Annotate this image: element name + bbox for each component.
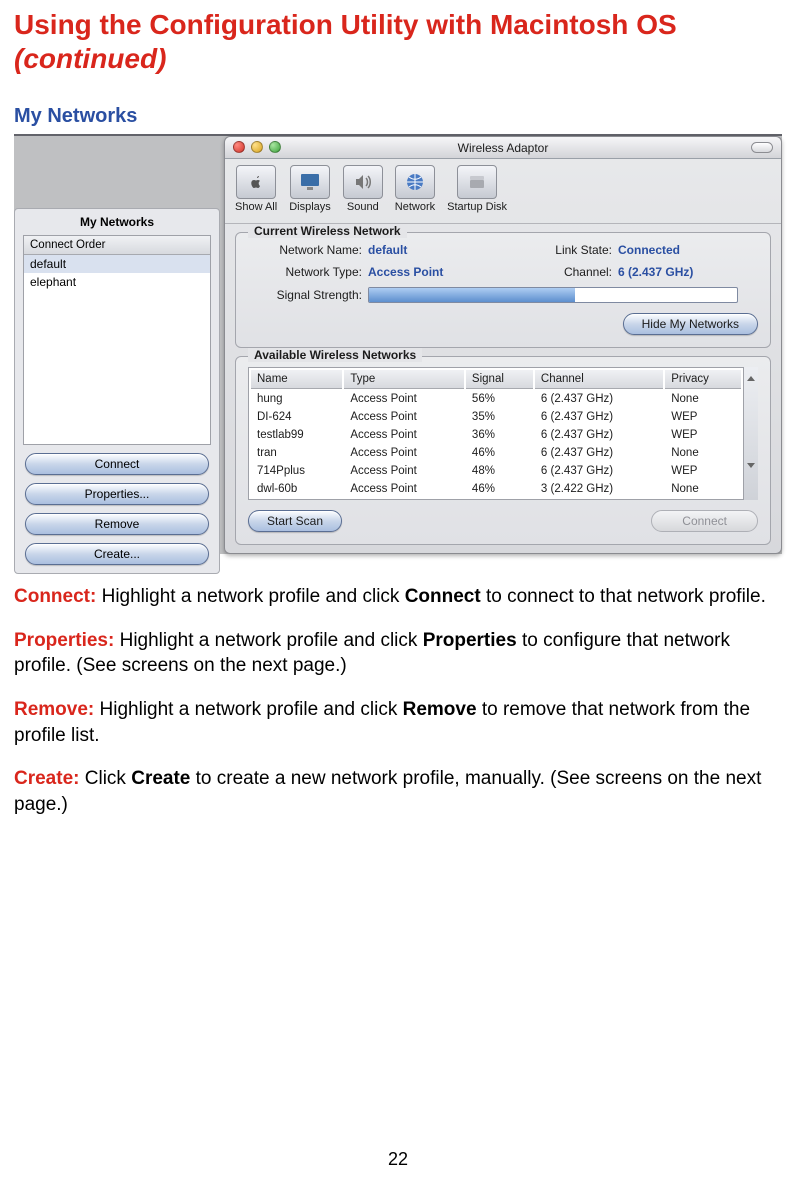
disk-icon bbox=[457, 165, 497, 199]
prefs-toolbar: Show All Displays Sound Network Startup … bbox=[225, 159, 781, 224]
network-name-value: default bbox=[368, 243, 528, 257]
apple-icon bbox=[236, 165, 276, 199]
col-channel[interactable]: Channel bbox=[535, 370, 663, 389]
toolbar-startup-label: Startup Disk bbox=[447, 201, 507, 213]
col-privacy[interactable]: Privacy bbox=[665, 370, 741, 389]
available-legend: Available Wireless Networks bbox=[248, 348, 422, 362]
sound-icon bbox=[343, 165, 383, 199]
remove-button[interactable]: Remove bbox=[25, 513, 209, 535]
window-title-text: Wireless Adaptor bbox=[458, 141, 549, 155]
connect-order-list[interactable]: Connect Order defaultelephant bbox=[23, 235, 211, 445]
available-networks-table[interactable]: Name Type Signal Channel Privacy hungAcc… bbox=[248, 367, 744, 500]
table-row[interactable]: tranAccess Point46%6 (2.437 GHz)None bbox=[251, 445, 741, 461]
link-state-label: Link State: bbox=[528, 243, 618, 257]
section-heading: My Networks bbox=[14, 105, 782, 128]
table-row[interactable]: testlab99Access Point36%6 (2.437 GHz)WEP bbox=[251, 427, 741, 443]
toolbar-show-all[interactable]: Show All bbox=[235, 165, 277, 213]
toolbar-displays[interactable]: Displays bbox=[289, 165, 331, 213]
desc-remove: Remove: Highlight a network profile and … bbox=[14, 697, 782, 748]
col-name[interactable]: Name bbox=[251, 370, 342, 389]
table-row[interactable]: hungAccess Point56%6 (2.437 GHz)None bbox=[251, 391, 741, 407]
current-legend: Current Wireless Network bbox=[248, 224, 407, 238]
connect-term: Connect: bbox=[14, 586, 96, 607]
page-title: Using the Configuration Utility with Mac… bbox=[14, 0, 782, 75]
toolbar-startup-disk[interactable]: Startup Disk bbox=[447, 165, 507, 213]
col-type[interactable]: Type bbox=[344, 370, 464, 389]
description-text: Connect: Highlight a network profile and… bbox=[14, 584, 782, 817]
zoom-icon[interactable] bbox=[269, 141, 281, 153]
toolbar-show-all-label: Show All bbox=[235, 201, 277, 213]
toolbar-sound[interactable]: Sound bbox=[343, 165, 383, 213]
list-item[interactable]: default bbox=[24, 255, 210, 273]
remove-term: Remove: bbox=[14, 699, 94, 720]
properties-term: Properties: bbox=[14, 630, 114, 651]
col-signal[interactable]: Signal bbox=[466, 370, 533, 389]
title-line1: Using the Configuration Utility with Mac… bbox=[14, 9, 677, 40]
link-state-value: Connected bbox=[618, 243, 738, 257]
window-titlebar[interactable]: Wireless Adaptor bbox=[225, 137, 781, 159]
connect-available-button[interactable]: Connect bbox=[651, 510, 758, 532]
network-icon bbox=[395, 165, 435, 199]
toolbar-network[interactable]: Network bbox=[395, 165, 435, 213]
channel-label: Channel: bbox=[528, 265, 618, 279]
signal-strength-label: Signal Strength: bbox=[248, 288, 368, 302]
my-networks-heading: My Networks bbox=[15, 209, 219, 233]
connect-button[interactable]: Connect bbox=[25, 453, 209, 475]
table-row[interactable]: DI-624Access Point35%6 (2.437 GHz)WEP bbox=[251, 409, 741, 425]
toolbar-displays-label: Displays bbox=[289, 201, 331, 213]
table-row[interactable]: dwl-60bAccess Point46%3 (2.422 GHz)None bbox=[251, 481, 741, 497]
desc-create: Create: Click Create to create a new net… bbox=[14, 766, 782, 817]
create-term: Create: bbox=[14, 768, 79, 789]
signal-strength-bar bbox=[368, 287, 738, 303]
table-row[interactable]: 714PplusAccess Point48%6 (2.437 GHz)WEP bbox=[251, 463, 741, 479]
my-networks-panel: My Networks Connect Order defaultelephan… bbox=[14, 208, 220, 574]
desc-connect: Connect: Highlight a network profile and… bbox=[14, 584, 782, 610]
scrollbar[interactable] bbox=[744, 367, 758, 500]
wireless-adaptor-window: Wireless Adaptor Show All Displays Sound… bbox=[224, 136, 782, 554]
close-icon[interactable] bbox=[233, 141, 245, 153]
hide-my-networks-button[interactable]: Hide My Networks bbox=[623, 313, 758, 335]
current-wireless-fieldset: Current Wireless Network Network Name: d… bbox=[235, 232, 771, 348]
traffic-lights bbox=[233, 141, 281, 153]
network-type-value: Access Point bbox=[368, 265, 528, 279]
title-continued: (continued) bbox=[14, 43, 166, 74]
network-name-label: Network Name: bbox=[248, 243, 368, 257]
toolbar-network-label: Network bbox=[395, 201, 435, 213]
page-number: 22 bbox=[0, 1149, 796, 1170]
desc-properties: Properties: Highlight a network profile … bbox=[14, 628, 782, 679]
create-button[interactable]: Create... bbox=[25, 543, 209, 565]
display-icon bbox=[290, 165, 330, 199]
toolbar-toggle-icon[interactable] bbox=[751, 142, 773, 153]
network-type-label: Network Type: bbox=[248, 265, 368, 279]
properties-button[interactable]: Properties... bbox=[25, 483, 209, 505]
start-scan-button[interactable]: Start Scan bbox=[248, 510, 342, 532]
list-item[interactable]: elephant bbox=[24, 273, 210, 291]
available-networks-fieldset: Available Wireless Networks Name Type Si… bbox=[235, 356, 771, 545]
channel-value: 6 (2.437 GHz) bbox=[618, 265, 738, 279]
connect-order-header[interactable]: Connect Order bbox=[24, 236, 210, 255]
toolbar-sound-label: Sound bbox=[347, 201, 379, 213]
minimize-icon[interactable] bbox=[251, 141, 263, 153]
